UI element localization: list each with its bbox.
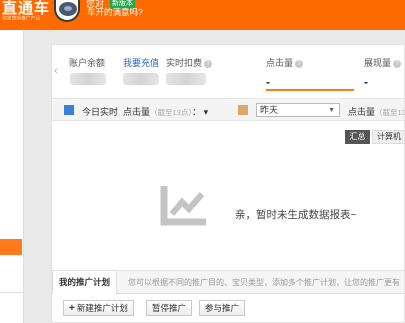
today-metric-note: （截至13点） <box>150 108 193 117</box>
plan-tabs: 我的推广计划 您可以根据不同的推广目的、宝贝类型，添加多个推广计划，让您的推广更… <box>52 270 404 294</box>
report-chart-area: 汇总 计算机 亲，暂时未生成数据报表~ <box>52 122 404 258</box>
today-label: 今日实时 <box>82 107 119 117</box>
mascot-icon <box>54 0 80 22</box>
survey-link[interactable]: 车开的满意吗? <box>87 6 143 18</box>
metric-label-text: 展现量 <box>364 58 392 68</box>
recharge-value-blurred <box>123 73 159 85</box>
deduct-label-text: 实时扣费 <box>166 58 203 68</box>
caret-down-icon: ▼ <box>328 107 335 114</box>
logo-subtitle: 淘宝营销推广产品 <box>2 16 41 22</box>
today-metric-label: 点击量 <box>123 107 151 117</box>
summary-button[interactable]: 汇总 <box>345 130 370 144</box>
empty-report-message: 亲，暂时未生成数据报表~ <box>235 209 357 221</box>
recharge-link[interactable]: 我要充值 <box>123 56 159 69</box>
deduct-value-blurred <box>166 73 206 85</box>
sidebar <box>0 30 24 323</box>
deduct-label: 实时扣费? <box>166 56 213 69</box>
computer-button[interactable]: 计算机 <box>372 130 404 144</box>
help-icon[interactable]: ? <box>295 60 304 68</box>
pause-button[interactable]: 暂停推广 <box>146 300 193 316</box>
account-summary: ‹ 账户余额 我要充值 实时扣费? 点击量? - 展现量? - <box>52 45 404 97</box>
help-icon[interactable]: ? <box>393 60 402 68</box>
metric-value: - <box>364 75 368 89</box>
compare-toolbar: 今日实时 点击量（截至13点）： ▾ 昨天 ▼ 点击量（截至13 <box>52 98 405 121</box>
today-legend-swatch <box>64 105 74 115</box>
metric-dropdown-caret[interactable]: ▾ <box>201 107 209 117</box>
chevron-left-icon[interactable]: ‹ <box>54 65 58 77</box>
plan-actions: + 新建推广计划 暂停推广 参与推广 <box>52 295 404 322</box>
new-plan-label: 新建推广计划 <box>76 303 128 313</box>
main-panel: ‹ 账户余额 我要充值 实时扣费? 点击量? - 展现量? - 今日实时 点击量… <box>51 44 405 323</box>
empty-chart-icon <box>160 186 206 226</box>
metric-value: - <box>266 75 270 89</box>
help-icon[interactable]: ? <box>204 60 213 68</box>
compare-date-value: 昨天 <box>260 105 279 115</box>
separator: ： <box>192 107 202 117</box>
tab-my-plans[interactable]: 我的推广计划 <box>52 270 118 294</box>
metric-label: 展现量? <box>364 56 404 69</box>
metric-impressions[interactable]: 展现量? - <box>364 56 404 90</box>
sidebar-active-item[interactable] <box>0 239 22 255</box>
compare-metric-label: 点击量（截至13 <box>348 105 405 118</box>
balance-label: 账户余额 <box>69 58 106 68</box>
sidebar-divider <box>0 292 22 293</box>
compare-date-select[interactable]: 昨天 ▼ <box>256 103 340 117</box>
plus-icon: + <box>69 303 75 314</box>
top-banner: 直通车 淘宝营销推广产品 您对 新版本 车开的满意吗? <box>0 0 405 30</box>
compare-metric-text: 点击量 <box>348 107 376 117</box>
metric-active-underline <box>266 89 354 91</box>
balance-value-blurred <box>70 73 106 85</box>
compare-metric-note: （截至13 <box>375 108 405 117</box>
metric-clicks[interactable]: 点击量? - <box>266 56 366 91</box>
plan-hint: 您可以根据不同的推广目的、宝贝类型，添加多个推广计划，让您的推广更有 <box>128 278 400 287</box>
metric-label-text: 点击量 <box>266 58 294 68</box>
join-button[interactable]: 参与推广 <box>199 300 246 316</box>
new-plan-button[interactable]: + 新建推广计划 <box>63 300 134 316</box>
metric-label: 点击量? <box>266 56 366 69</box>
compare-legend-swatch <box>238 105 248 115</box>
today-legend-label: 今日实时 点击量（截至13点）： ▾ <box>82 105 208 118</box>
